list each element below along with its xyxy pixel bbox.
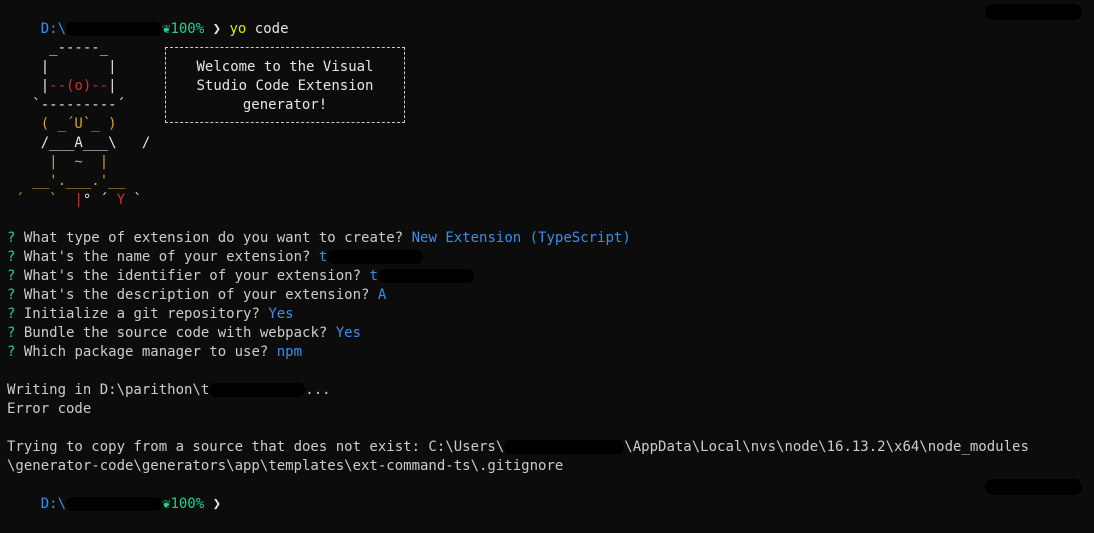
art-row-6: /___A___\ / bbox=[7, 135, 151, 151]
answer-value: t bbox=[318, 249, 328, 265]
redacted-right-bottom bbox=[985, 479, 1082, 495]
prompt-arrow: ❯ bbox=[212, 21, 222, 37]
answer-value: Yes bbox=[268, 306, 294, 322]
question-line: ? What type of extension do you want to … bbox=[7, 230, 631, 246]
answer-value: New Extension (TypeScript) bbox=[411, 230, 631, 246]
battery-level: 100% bbox=[170, 496, 205, 512]
art-row-9: ´ ` |° ´ Y ` bbox=[7, 192, 142, 208]
redacted-answer bbox=[377, 269, 474, 283]
copy-error-line-1: Trying to copy from a source that does n… bbox=[7, 439, 1029, 455]
question-mark-icon: ? bbox=[7, 344, 16, 360]
prompt-line-bottom[interactable]: D:\ ❦100% ❯ bbox=[7, 476, 221, 512]
prompt-arrow: ❯ bbox=[212, 496, 222, 512]
command-name: yo bbox=[229, 21, 247, 37]
question-line: ? What's the description of your extensi… bbox=[7, 287, 387, 303]
question-line: ? Initialize a git repository? Yes bbox=[7, 306, 294, 322]
art-row-4: `---------´ bbox=[7, 97, 126, 113]
prompt-line-top: D:\ ❦100% ❯ yo code bbox=[7, 1, 289, 37]
question-line: ? What's the name of your extension? t bbox=[7, 248, 424, 267]
answer-value: npm bbox=[276, 344, 303, 360]
art-row-5: ( _´U`_ ) bbox=[7, 116, 117, 132]
answer-value: t bbox=[369, 268, 378, 284]
redacted-answer bbox=[327, 250, 424, 264]
command-arg: code bbox=[254, 21, 289, 37]
question-mark-icon: ? bbox=[7, 306, 16, 322]
battery-level: 100% bbox=[170, 21, 205, 37]
question-mark-icon: ? bbox=[7, 230, 16, 246]
copy-error-line-2: \generator-code\generators\app\templates… bbox=[7, 458, 564, 474]
question-line: ? Bundle the source code with webpack? Y… bbox=[7, 325, 362, 341]
redacted-path bbox=[66, 497, 163, 511]
welcome-message: Welcome to the Visual Studio Code Extens… bbox=[196, 59, 374, 113]
question-line: ? Which package manager to use? npm bbox=[7, 344, 303, 360]
art-row-8: __'.___.'__ bbox=[7, 173, 126, 189]
art-row-2: | | bbox=[7, 59, 117, 75]
question-mark-icon: ? bbox=[7, 249, 16, 265]
art-row-7: | ~ | bbox=[7, 154, 109, 170]
question-mark-icon: ? bbox=[7, 287, 16, 303]
question-line: ? What's the identifier of your extensio… bbox=[7, 267, 474, 286]
art-row-3: |--(o)--| bbox=[7, 78, 117, 94]
redacted-username bbox=[504, 440, 625, 454]
prompt-drive: D:\ bbox=[40, 496, 67, 512]
question-mark-icon: ? bbox=[7, 268, 16, 284]
answer-value: A bbox=[377, 287, 387, 303]
art-row-1: _-----_ bbox=[7, 40, 109, 56]
answer-value: Yes bbox=[335, 325, 362, 341]
redacted-right-top bbox=[985, 4, 1082, 20]
prompt-drive: D:\ bbox=[40, 21, 67, 37]
redacted-path bbox=[66, 22, 163, 36]
question-mark-icon: ? bbox=[7, 325, 16, 341]
redacted-folder bbox=[209, 383, 306, 397]
writing-line: Writing in D:\parithon\t... bbox=[7, 382, 331, 398]
error-line: Error code bbox=[7, 401, 92, 417]
